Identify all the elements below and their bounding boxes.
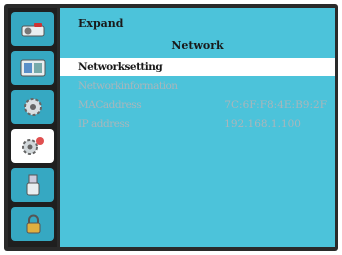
sidebar-item-expand[interactable] — [11, 129, 54, 163]
picture-icon — [20, 59, 45, 77]
menu-title: Expand — [78, 17, 124, 30]
menu-item-network-information: Networkinformation — [60, 77, 335, 95]
sidebar-item-picture[interactable] — [11, 51, 54, 85]
submenu-title: Network — [171, 39, 224, 52]
sidebar-item-projector[interactable] — [11, 12, 54, 46]
menu-item-label: IP address — [78, 118, 130, 130]
sidebar-item-setting[interactable] — [11, 90, 54, 124]
menu-item-mac-address: MACaddress 7C:6F:F8:4E:B9:2F — [60, 96, 335, 114]
menu-item-ip-address: IP address 192.168.1.100 — [60, 115, 335, 133]
mac-address-value: 7C:6F:F8:4E:B9:2F — [224, 99, 327, 111]
ip-address-value: 192.168.1.100 — [224, 118, 301, 130]
sidebar-item-lock[interactable] — [11, 207, 54, 241]
sidebar — [8, 8, 57, 247]
expand-gears-icon — [21, 137, 44, 155]
sidebar-item-usb[interactable] — [11, 168, 54, 202]
usb-icon — [26, 174, 39, 196]
settings-gear-icon — [23, 98, 42, 116]
lock-icon — [26, 214, 40, 234]
menu-item-network-setting[interactable]: Networksetting — [60, 58, 335, 76]
menu-item-label: Networksetting — [78, 61, 163, 73]
projector-icon — [21, 23, 44, 37]
menu-item-label: Networkinformation — [78, 80, 178, 92]
menu-item-label: MACaddress — [78, 99, 142, 111]
expand-panel: Expand Network Networksetting Networkinf… — [60, 8, 335, 247]
